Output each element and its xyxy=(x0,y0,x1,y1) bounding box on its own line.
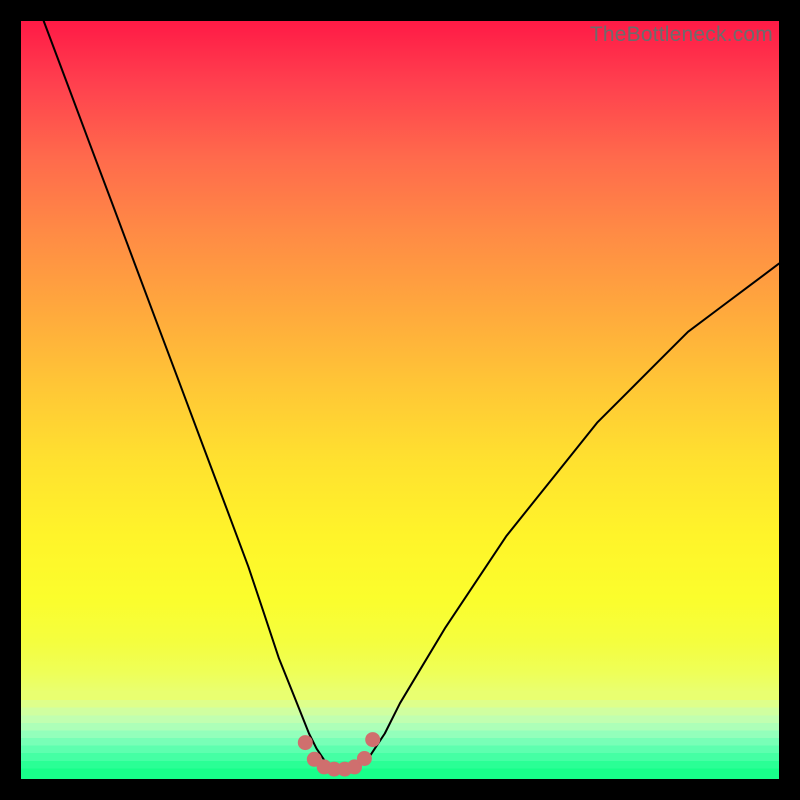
curve-svg xyxy=(21,21,779,779)
bottleneck-curve xyxy=(21,0,779,769)
chart-frame: TheBottleneck.com xyxy=(0,0,800,800)
marker-point xyxy=(366,733,380,747)
marker-point xyxy=(357,752,371,766)
flat-region-markers xyxy=(298,733,379,777)
marker-point xyxy=(298,736,312,750)
plot-area: TheBottleneck.com xyxy=(21,21,779,779)
